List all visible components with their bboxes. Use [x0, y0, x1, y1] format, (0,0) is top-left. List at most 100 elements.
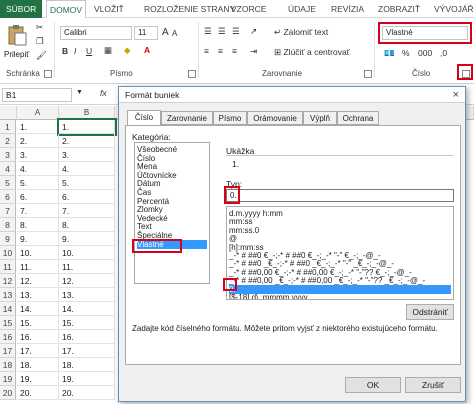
decimal-icon[interactable]: ,0 — [440, 48, 447, 58]
cell-a[interactable]: 11. — [17, 260, 59, 274]
cell-a[interactable]: 16. — [17, 330, 59, 344]
cell-b[interactable]: 11. — [59, 260, 115, 274]
cut-icon[interactable]: ✂ — [36, 22, 43, 33]
font-name-select[interactable]: Calibri — [60, 26, 132, 40]
cell-b[interactable]: 4. — [59, 162, 115, 176]
grow-font-button[interactable]: A — [162, 27, 169, 38]
merge-center-button[interactable]: ⊞ Zlúčiť a centrovať — [274, 47, 350, 58]
format-list[interactable]: d.m.yyyy h:mm mm:ss mm:ss.0 @ [h]:mm:ss _-* #… — [226, 206, 454, 300]
format-item[interactable]: [$-18] d\. mmmm yyyy — [229, 293, 451, 299]
tab-rozlozenie-strany[interactable]: ROZLOŽENIE STRANY — [144, 0, 235, 18]
clipboard-launcher-icon[interactable] — [44, 70, 52, 78]
paste-button[interactable]: Prilepiť — [4, 22, 30, 62]
cell-a[interactable]: 7. — [17, 204, 59, 218]
cell-a[interactable]: 2. — [17, 134, 59, 148]
cell-a[interactable]: 1. — [17, 120, 59, 134]
cell-a[interactable]: 6. — [17, 190, 59, 204]
cell-a[interactable]: 12. — [17, 274, 59, 288]
tab-subor[interactable]: SÚBOR — [0, 0, 42, 18]
row-header[interactable]: 16 — [0, 330, 16, 344]
tab-ochrana[interactable]: Ochrana — [337, 111, 379, 125]
type-input[interactable]: 0. — [226, 189, 454, 202]
row-header[interactable]: 6 — [0, 190, 16, 204]
tab-zarovnanie[interactable]: Zarovnanie — [161, 111, 213, 125]
row-header[interactable]: 20 — [0, 386, 16, 400]
row-header[interactable]: 18 — [0, 358, 16, 372]
cell-b[interactable]: 3. — [59, 148, 115, 162]
font-launcher-icon[interactable] — [188, 70, 196, 78]
row-header[interactable]: 15 — [0, 316, 16, 330]
column-header-a[interactable]: A — [17, 106, 59, 120]
align-left-icon[interactable]: ≡ — [204, 46, 209, 56]
name-box[interactable]: B1 — [2, 88, 72, 102]
tab-pismo[interactable]: Písmo — [213, 111, 247, 125]
cell-b[interactable]: 10. — [59, 246, 115, 260]
row-header[interactable]: 12 — [0, 274, 16, 288]
borders-icon[interactable]: ▦ — [104, 45, 112, 56]
row-header[interactable]: 3 — [0, 148, 16, 162]
row-header[interactable]: 1 — [0, 120, 16, 134]
format-painter-icon[interactable]: 🖌 — [36, 50, 47, 61]
cell-b[interactable]: 18. — [59, 358, 115, 372]
cell-a[interactable]: 10. — [17, 246, 59, 260]
percent-icon[interactable]: % — [402, 48, 410, 58]
cell-a[interactable]: 4. — [17, 162, 59, 176]
tab-cislo[interactable]: Číslo — [127, 110, 161, 126]
tab-zobrazit[interactable]: ZOBRAZIŤ — [378, 0, 420, 18]
italic-button[interactable]: I — [74, 46, 76, 56]
row-header[interactable]: 13 — [0, 288, 16, 302]
align-bottom-icon[interactable]: ☰ — [232, 26, 240, 37]
cell-a[interactable]: 19. — [17, 372, 59, 386]
cell-b[interactable]: 20. — [59, 386, 115, 400]
shrink-font-button[interactable]: A — [172, 29, 177, 38]
orientation-icon[interactable]: ↗ — [250, 26, 257, 37]
align-top-icon[interactable]: ☰ — [204, 26, 212, 37]
cell-b[interactable]: 9. — [59, 232, 115, 246]
tab-revizia[interactable]: REVÍZIA — [331, 0, 364, 18]
cell-b[interactable]: 8. — [59, 218, 115, 232]
cell-b[interactable]: 12. — [59, 274, 115, 288]
align-center-icon[interactable]: ≡ — [218, 46, 223, 56]
underline-button[interactable]: U — [86, 46, 92, 56]
cell-b[interactable]: 6. — [59, 190, 115, 204]
cell-b[interactable]: 17. — [59, 344, 115, 358]
alignment-launcher-icon[interactable] — [364, 70, 372, 78]
row-header[interactable]: 11 — [0, 260, 16, 274]
delete-format-button[interactable]: Odstrániť — [406, 304, 454, 320]
cell-a[interactable]: 8. — [17, 218, 59, 232]
bold-button[interactable]: B — [62, 46, 68, 56]
cell-a[interactable]: 14. — [17, 302, 59, 316]
cell-a[interactable]: 9. — [17, 232, 59, 246]
cell-a[interactable]: 3. — [17, 148, 59, 162]
row-header[interactable]: 8 — [0, 218, 16, 232]
tab-udaje[interactable]: ÚDAJE — [288, 0, 316, 18]
tab-vlozit[interactable]: VLOŽIŤ — [94, 0, 124, 18]
currency-icon[interactable]: 💶 — [384, 48, 395, 59]
cell-b[interactable]: 16. — [59, 330, 115, 344]
row-header[interactable]: 9 — [0, 232, 16, 246]
copy-icon[interactable]: ❐ — [36, 36, 44, 47]
cell-a[interactable]: 13. — [17, 288, 59, 302]
cell-b[interactable]: 2. — [59, 134, 115, 148]
indent-icon[interactable]: ⇥ — [250, 46, 257, 57]
row-header[interactable]: 2 — [0, 134, 16, 148]
name-box-dropdown-icon[interactable]: ▼ — [76, 89, 83, 96]
align-middle-icon[interactable]: ☰ — [218, 26, 226, 37]
cell-b[interactable]: 15. — [59, 316, 115, 330]
tab-vyvojar[interactable]: VÝVOJÁŘ — [434, 0, 474, 18]
row-header[interactable]: 5 — [0, 176, 16, 190]
tab-oramovanie[interactable]: Orámovanie — [247, 111, 303, 125]
row-header[interactable]: 17 — [0, 344, 16, 358]
cell-b[interactable]: 13. — [59, 288, 115, 302]
cell-b[interactable]: 5. — [59, 176, 115, 190]
row-header[interactable]: 7 — [0, 204, 16, 218]
cell-a[interactable]: 20. — [17, 386, 59, 400]
fx-button[interactable]: fx — [100, 88, 107, 98]
cell-b[interactable]: 7. — [59, 204, 115, 218]
thousands-icon[interactable]: 000 — [418, 48, 432, 58]
align-right-icon[interactable]: ≡ — [232, 46, 237, 56]
tab-vzorce[interactable]: VZORCE — [231, 0, 266, 18]
cell-a[interactable]: 15. — [17, 316, 59, 330]
cell-b[interactable]: 19. — [59, 372, 115, 386]
cell-a[interactable]: 17. — [17, 344, 59, 358]
